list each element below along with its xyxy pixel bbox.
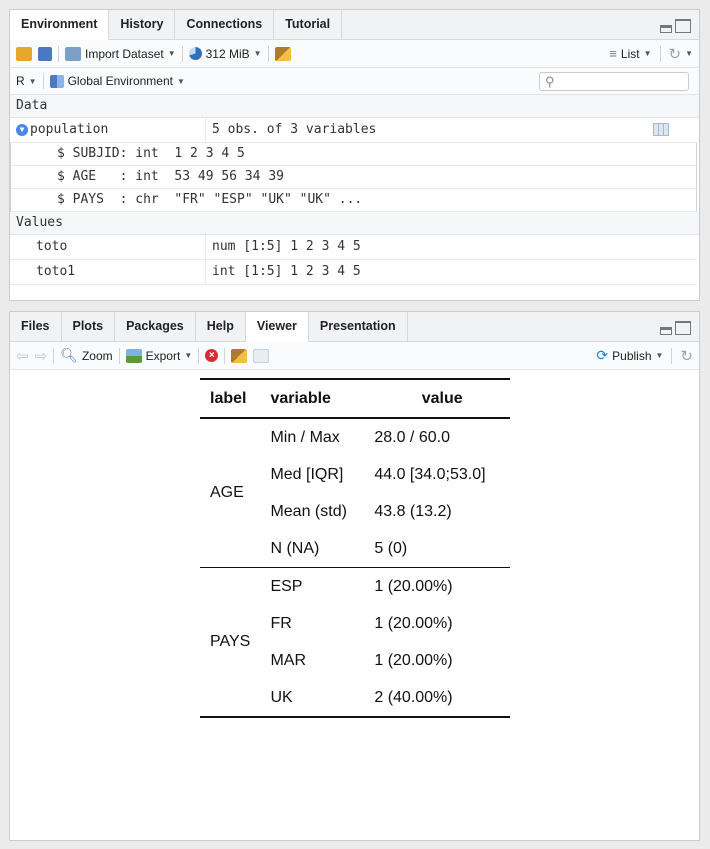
view-data-icon[interactable] bbox=[653, 123, 669, 136]
broom-icon[interactable] bbox=[274, 46, 291, 61]
tab-packages[interactable]: Packages bbox=[115, 312, 196, 341]
tab-help[interactable]: Help bbox=[196, 312, 246, 341]
value-cell: 5 (0) bbox=[364, 530, 510, 568]
minimize-icon[interactable] bbox=[660, 25, 672, 33]
variable-cell: MAR bbox=[270, 651, 307, 669]
value-cell: 2 (40.00%) bbox=[364, 679, 510, 718]
population-var-subjid: $ SUBJID: int 1 2 3 4 5 bbox=[10, 143, 697, 166]
search-icon: ⚲ bbox=[545, 74, 555, 89]
group-label-pays: PAYS bbox=[200, 567, 261, 718]
tab-presentation[interactable]: Presentation bbox=[309, 312, 408, 341]
header-variable: variable bbox=[260, 378, 365, 419]
summary-table: label variable value AGE Min / Max 28.0 … bbox=[200, 378, 510, 718]
expand-icon[interactable]: ▼ bbox=[16, 123, 28, 136]
export-icon bbox=[125, 348, 142, 363]
load-workspace-icon[interactable] bbox=[16, 46, 32, 61]
zoom-button[interactable]: 🔍︎ Zoom bbox=[60, 347, 112, 364]
data-section-header: Data bbox=[10, 95, 699, 118]
population-var-pays: $ PAYS : chr "FR" "ESP" "UK" "UK" ... bbox=[10, 189, 697, 212]
table-row: AGE Min / Max 28.0 / 60.0 bbox=[200, 418, 510, 568]
list-icon: ≡ bbox=[609, 46, 617, 61]
environment-tabbar: Environment History Connections Tutorial bbox=[10, 10, 699, 40]
back-arrow-icon[interactable]: ⇦ bbox=[16, 347, 29, 365]
header-value: value bbox=[364, 378, 510, 419]
environment-search-input[interactable]: ⚲ bbox=[539, 72, 689, 91]
tab-viewer[interactable]: Viewer bbox=[245, 312, 309, 342]
maximize-icon[interactable] bbox=[675, 19, 691, 33]
variable-cell: FR bbox=[270, 614, 292, 632]
tab-connections[interactable]: Connections bbox=[175, 10, 275, 39]
refresh-icon: ↻ bbox=[668, 45, 682, 63]
publish-button[interactable]: ⟳ Publish ▼ bbox=[596, 347, 663, 364]
viewer-pane: Files Plots Packages Help Viewer Present… bbox=[9, 311, 700, 841]
value-row-toto1[interactable]: toto1 int [1:5] 1 2 3 4 5 bbox=[10, 260, 697, 285]
refresh-button[interactable]: ↻ ▼ bbox=[669, 45, 694, 63]
zoom-icon: 🔍︎ bbox=[60, 347, 78, 363]
values-section-header: Values bbox=[10, 212, 699, 235]
import-dataset-button[interactable]: Import Dataset ▼ bbox=[65, 46, 176, 61]
variable-cell: UK bbox=[260, 679, 365, 718]
viewer-tabbar: Files Plots Packages Help Viewer Present… bbox=[10, 312, 699, 342]
tab-tutorial[interactable]: Tutorial bbox=[274, 10, 343, 39]
tab-history[interactable]: History bbox=[109, 10, 176, 39]
variable-cell: Mean (std) bbox=[270, 502, 347, 520]
refresh-icon[interactable]: ↻ bbox=[680, 347, 693, 365]
variable-cell: Med [IQR] bbox=[270, 465, 344, 483]
export-button[interactable]: Export ▼ bbox=[125, 348, 192, 363]
object-row-population[interactable]: ▼ population 5 obs. of 3 variables bbox=[10, 118, 697, 143]
viewer-toolbar: ⇦ ⇨ 🔍︎ Zoom Export ▼ × ⟳ Publish ▼ ↻ bbox=[10, 342, 699, 370]
value-cell: 1 (20.00%) bbox=[374, 577, 453, 595]
table-row: PAYS ESP 1 (20.00%) bbox=[200, 567, 510, 718]
value-row-toto[interactable]: toto num [1:5] 1 2 3 4 5 bbox=[10, 235, 697, 260]
maximize-icon[interactable] bbox=[675, 321, 691, 335]
header-label: label bbox=[200, 378, 261, 419]
environment-scope-bar: R ▼ Global Environment ▼ ⚲ bbox=[10, 68, 699, 95]
table-header-row: label variable value bbox=[200, 378, 510, 419]
variable-cell: Min / Max bbox=[270, 428, 340, 446]
tab-plots[interactable]: Plots bbox=[62, 312, 116, 341]
language-select[interactable]: R ▼ bbox=[16, 74, 37, 88]
value-cell: 1 (20.00%) bbox=[374, 614, 453, 632]
memory-usage-button[interactable]: 312 MiB ▼ bbox=[188, 47, 262, 61]
window-controls bbox=[660, 321, 691, 335]
global-environment-icon bbox=[49, 74, 64, 88]
window-controls bbox=[660, 19, 691, 33]
publish-icon: ⟳ bbox=[596, 347, 609, 363]
minimize-icon[interactable] bbox=[660, 327, 672, 335]
clear-viewer-icon[interactable]: × bbox=[205, 349, 219, 362]
forward-arrow-icon[interactable]: ⇨ bbox=[35, 347, 48, 365]
variable-cell: ESP bbox=[270, 577, 303, 595]
value-cell: 28.0 / 60.0 bbox=[374, 428, 450, 446]
environment-pane: Environment History Connections Tutorial… bbox=[9, 9, 700, 301]
value-cell: 44.0 [34.0;53.0] bbox=[374, 465, 486, 483]
import-dataset-icon bbox=[65, 46, 81, 61]
value-cell: 43.8 (13.2) bbox=[374, 502, 452, 520]
save-icon[interactable] bbox=[38, 46, 52, 61]
new-window-icon[interactable] bbox=[253, 348, 270, 363]
group-label-age: AGE bbox=[200, 418, 261, 568]
list-view-button[interactable]: ≡ List ▼ bbox=[609, 46, 651, 61]
tab-files[interactable]: Files bbox=[10, 312, 62, 341]
tab-environment[interactable]: Environment bbox=[10, 10, 110, 40]
broom-icon[interactable] bbox=[231, 348, 248, 363]
population-var-age: $ AGE : int 53 49 56 34 39 bbox=[10, 166, 697, 189]
memory-pie-icon bbox=[188, 47, 202, 60]
value-cell: 1 (20.00%) bbox=[374, 651, 453, 669]
environment-toolbar: Import Dataset ▼ 312 MiB ▼ ≡ List ▼ ↻ ▼ bbox=[10, 40, 699, 68]
variable-cell: N (NA) bbox=[260, 530, 365, 568]
environment-select[interactable]: Global Environment ▼ bbox=[49, 74, 185, 88]
